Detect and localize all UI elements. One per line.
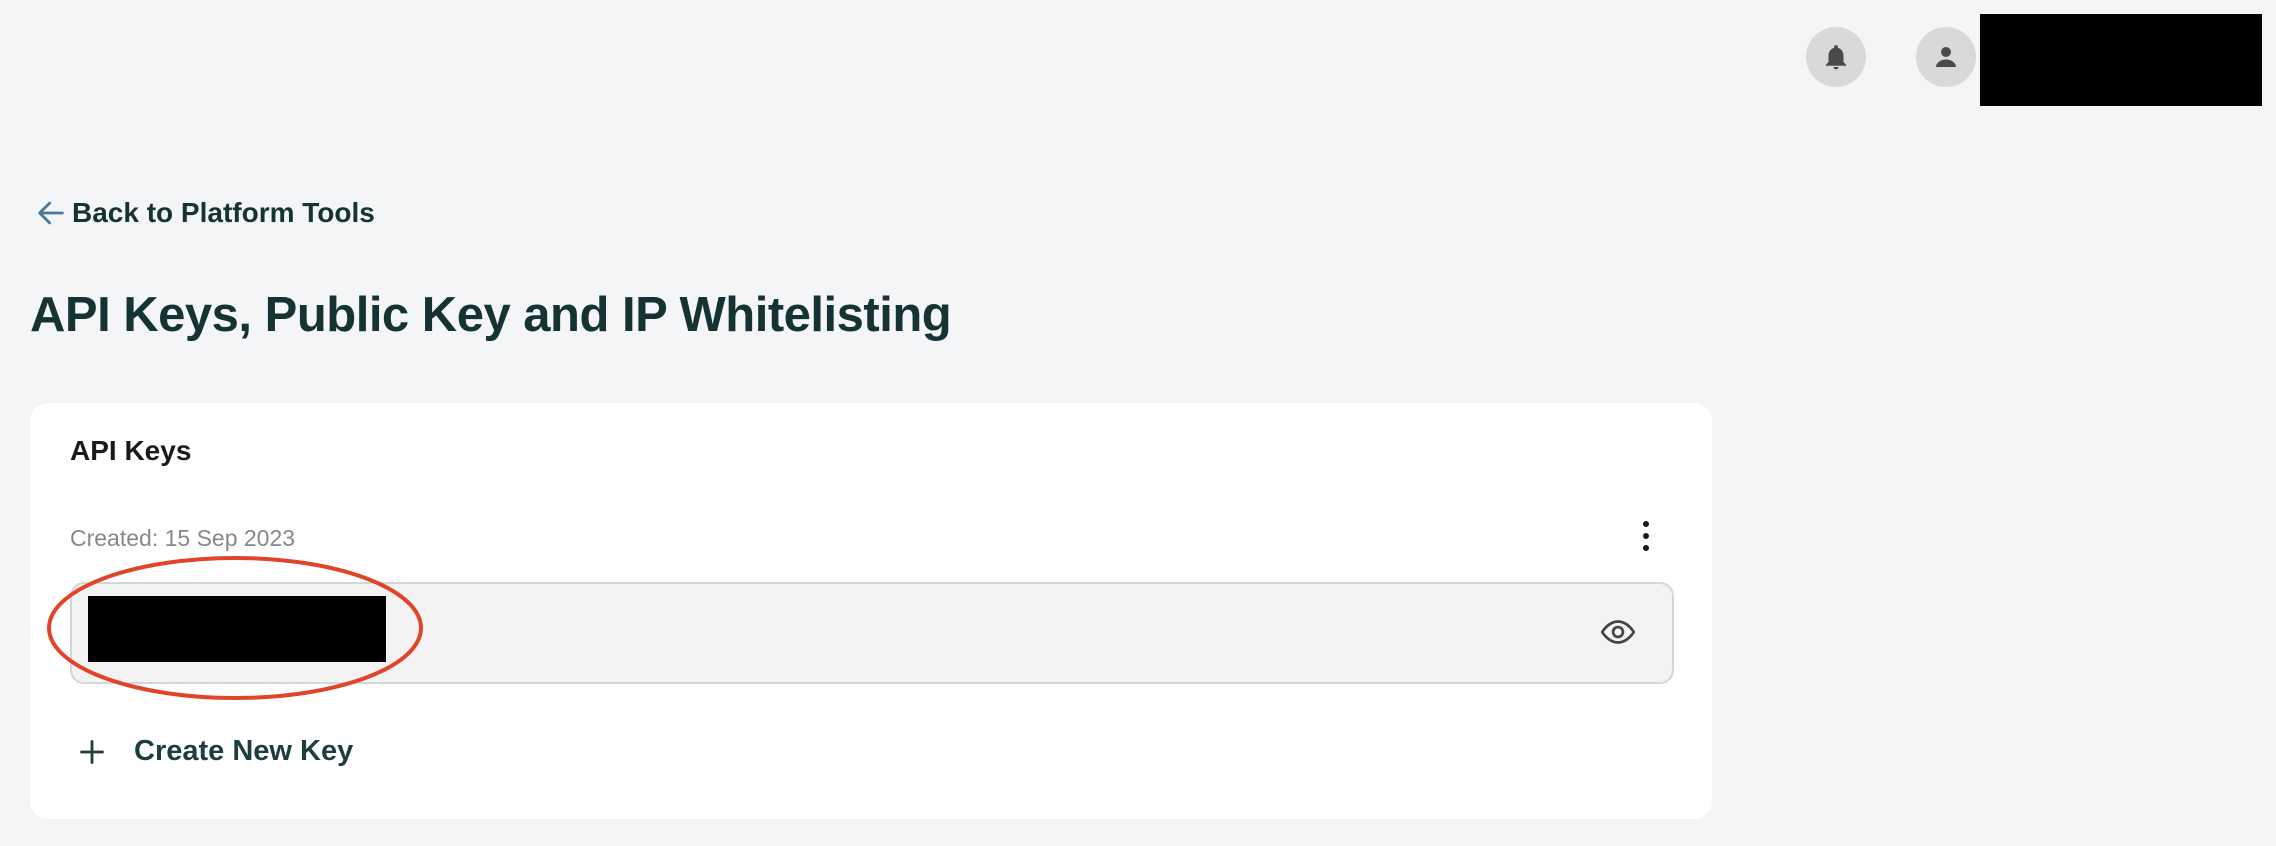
key-created-date: Created: 15 Sep 2023 <box>70 525 296 551</box>
redacted-api-key <box>88 596 386 662</box>
redacted-user-info <box>1980 14 2262 106</box>
back-link-label: Back to Platform Tools <box>72 197 375 228</box>
api-keys-card: API Keys Created: 15 Sep 2023 Create New… <box>30 403 1712 819</box>
api-key-field[interactable] <box>70 582 1674 684</box>
kebab-menu-icon[interactable] <box>1638 521 1654 551</box>
notifications-button[interactable] <box>1806 27 1866 87</box>
card-title: API Keys <box>70 435 192 466</box>
person-icon <box>1936 47 1956 67</box>
plus-icon <box>80 739 104 764</box>
user-avatar-button[interactable] <box>1916 27 1976 87</box>
create-new-key-label: Create New Key <box>134 735 354 767</box>
bell-icon <box>1826 45 1846 70</box>
back-to-platform-tools-link[interactable]: Back to Platform Tools <box>34 196 375 230</box>
arrow-left-icon <box>38 201 64 225</box>
eye-icon[interactable] <box>1598 614 1638 650</box>
page-title: API Keys, Public Key and IP Whitelisting <box>30 288 952 342</box>
create-new-key-button[interactable]: Create New Key <box>78 735 353 768</box>
